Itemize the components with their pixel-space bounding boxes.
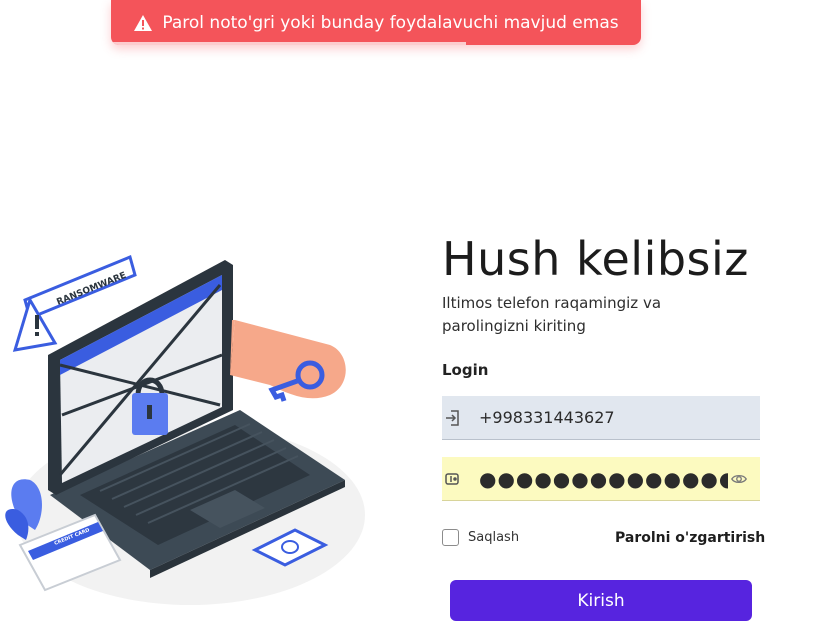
key-icon xyxy=(442,468,464,490)
remember-label: Saqlash xyxy=(468,530,520,545)
login-label: Login xyxy=(442,361,489,379)
phone-field[interactable] xyxy=(442,396,760,440)
toast-message: Parol noto'gri yoki bunday foydalavuchi … xyxy=(162,12,619,33)
change-password-link[interactable]: Parolni o'zgartirish xyxy=(615,530,765,546)
ransomware-illustration: RANSOMWARE CREDIT CARD xyxy=(5,254,365,605)
eye-icon[interactable] xyxy=(728,468,750,490)
login-icon xyxy=(442,407,464,429)
warning-icon xyxy=(134,14,153,31)
remember-me[interactable]: Saqlash xyxy=(442,529,519,546)
error-toast[interactable]: Parol noto'gri yoki bunday foydalavuchi … xyxy=(111,0,641,45)
password-input[interactable] xyxy=(479,457,728,500)
page-subtitle: Iltimos telefon raqamingiz va parolingiz… xyxy=(442,294,662,335)
login-button[interactable]: Kirish xyxy=(450,580,752,621)
toast-progress-bar xyxy=(111,42,467,45)
remember-checkbox[interactable] xyxy=(442,529,459,546)
page-title: Hush kelibsiz xyxy=(442,232,749,286)
phone-input[interactable] xyxy=(479,396,760,439)
password-field[interactable] xyxy=(442,457,760,501)
